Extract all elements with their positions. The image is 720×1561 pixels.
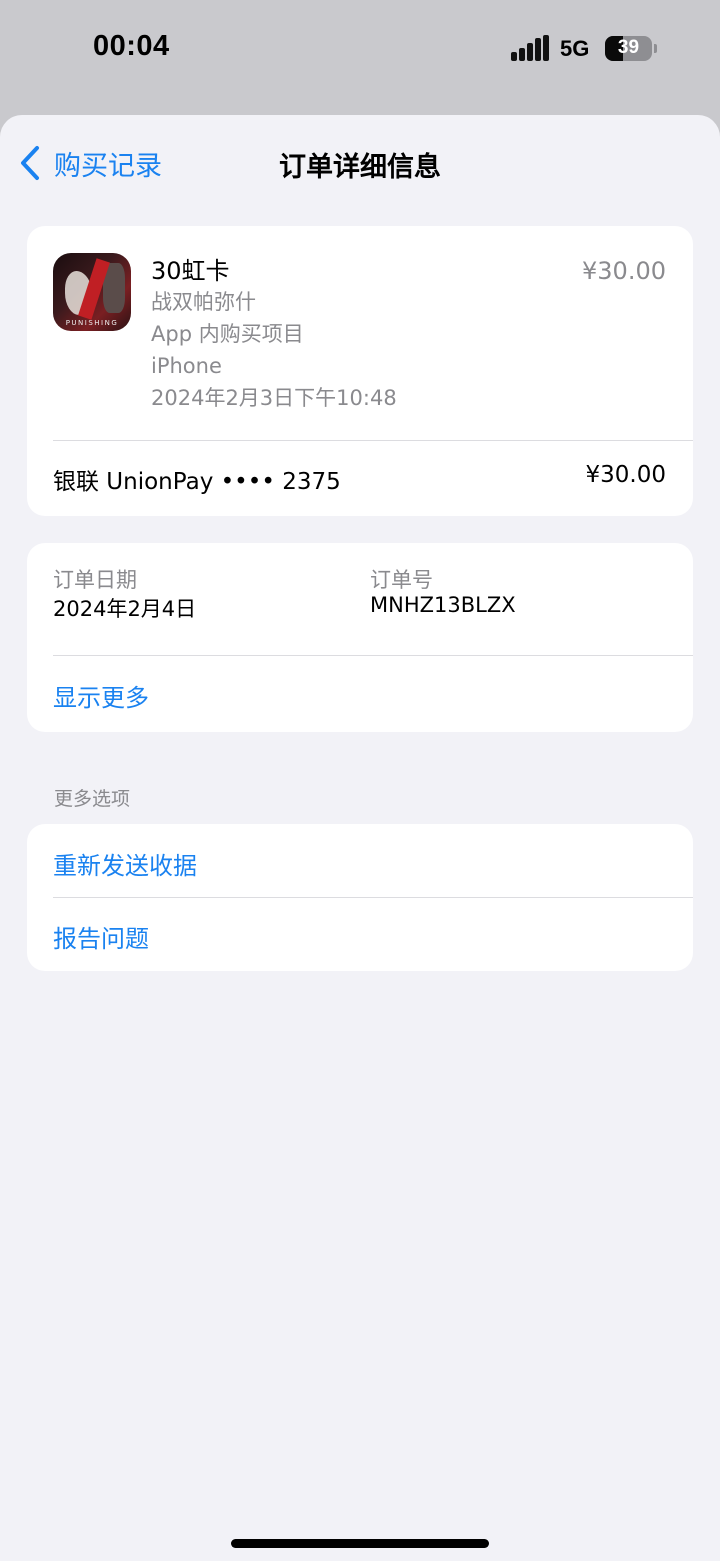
purchase-card: PUNISHING 30虹卡 战双帕弥什 App 内购买项目 iPhone 20… <box>27 226 693 516</box>
payment-amount: ¥30.00 <box>585 462 666 488</box>
divider <box>53 655 693 656</box>
app-name: 战双帕弥什 <box>151 290 256 314</box>
battery-level: 39 <box>617 37 640 58</box>
status-time: 00:04 <box>93 30 170 62</box>
item-name: 30虹卡 <box>151 257 230 285</box>
network-type: 5G <box>560 36 590 61</box>
app-icon-caption: PUNISHING <box>65 319 119 327</box>
order-info-card: 订单日期 2024年2月4日 订单号 MNHZ13BLZX 显示更多 <box>27 543 693 732</box>
order-date-label: 订单日期 <box>53 568 137 592</box>
resend-receipt-button[interactable]: 重新发送收据 <box>53 846 197 881</box>
app-icon: PUNISHING <box>53 253 131 331</box>
show-more-button[interactable]: 显示更多 <box>53 678 149 713</box>
order-number-label: 订单号 <box>370 568 433 592</box>
divider <box>53 897 693 898</box>
status-bar: 00:04 5G 39 <box>0 0 720 100</box>
report-problem-button[interactable]: 报告问题 <box>53 919 149 954</box>
order-date-value: 2024年2月4日 <box>53 597 197 621</box>
cellular-signal-icon <box>511 35 549 61</box>
purchase-type: App 内购买项目 <box>151 322 304 346</box>
battery-cap <box>654 44 657 53</box>
home-indicator[interactable] <box>231 1539 489 1548</box>
order-number-value: MNHZ13BLZX <box>370 593 516 617</box>
payment-row: 银联 UnionPay •••• 2375 ¥30.00 <box>53 462 666 496</box>
battery-icon: 39 <box>605 36 652 61</box>
more-options-header: 更多选项 <box>54 788 131 810</box>
purchase-datetime: 2024年2月3日下午10:48 <box>151 386 397 410</box>
page-title: 订单详细信息 <box>279 152 441 183</box>
order-detail-sheet: 购买记录 订单详细信息 PUNISHING 30虹卡 战双帕弥什 App 内购买… <box>0 115 720 1561</box>
item-info: 30虹卡 战双帕弥什 App 内购买项目 iPhone 2024年2月3日下午1… <box>151 256 397 414</box>
item-price: ¥30.00 <box>582 257 666 285</box>
navigation-bar: 购买记录 订单详细信息 <box>0 115 720 210</box>
payment-method: 银联 UnionPay •••• 2375 <box>53 469 341 495</box>
divider <box>53 440 693 441</box>
more-options-card: 重新发送收据 报告问题 <box>27 824 693 971</box>
device-name: iPhone <box>151 354 222 378</box>
